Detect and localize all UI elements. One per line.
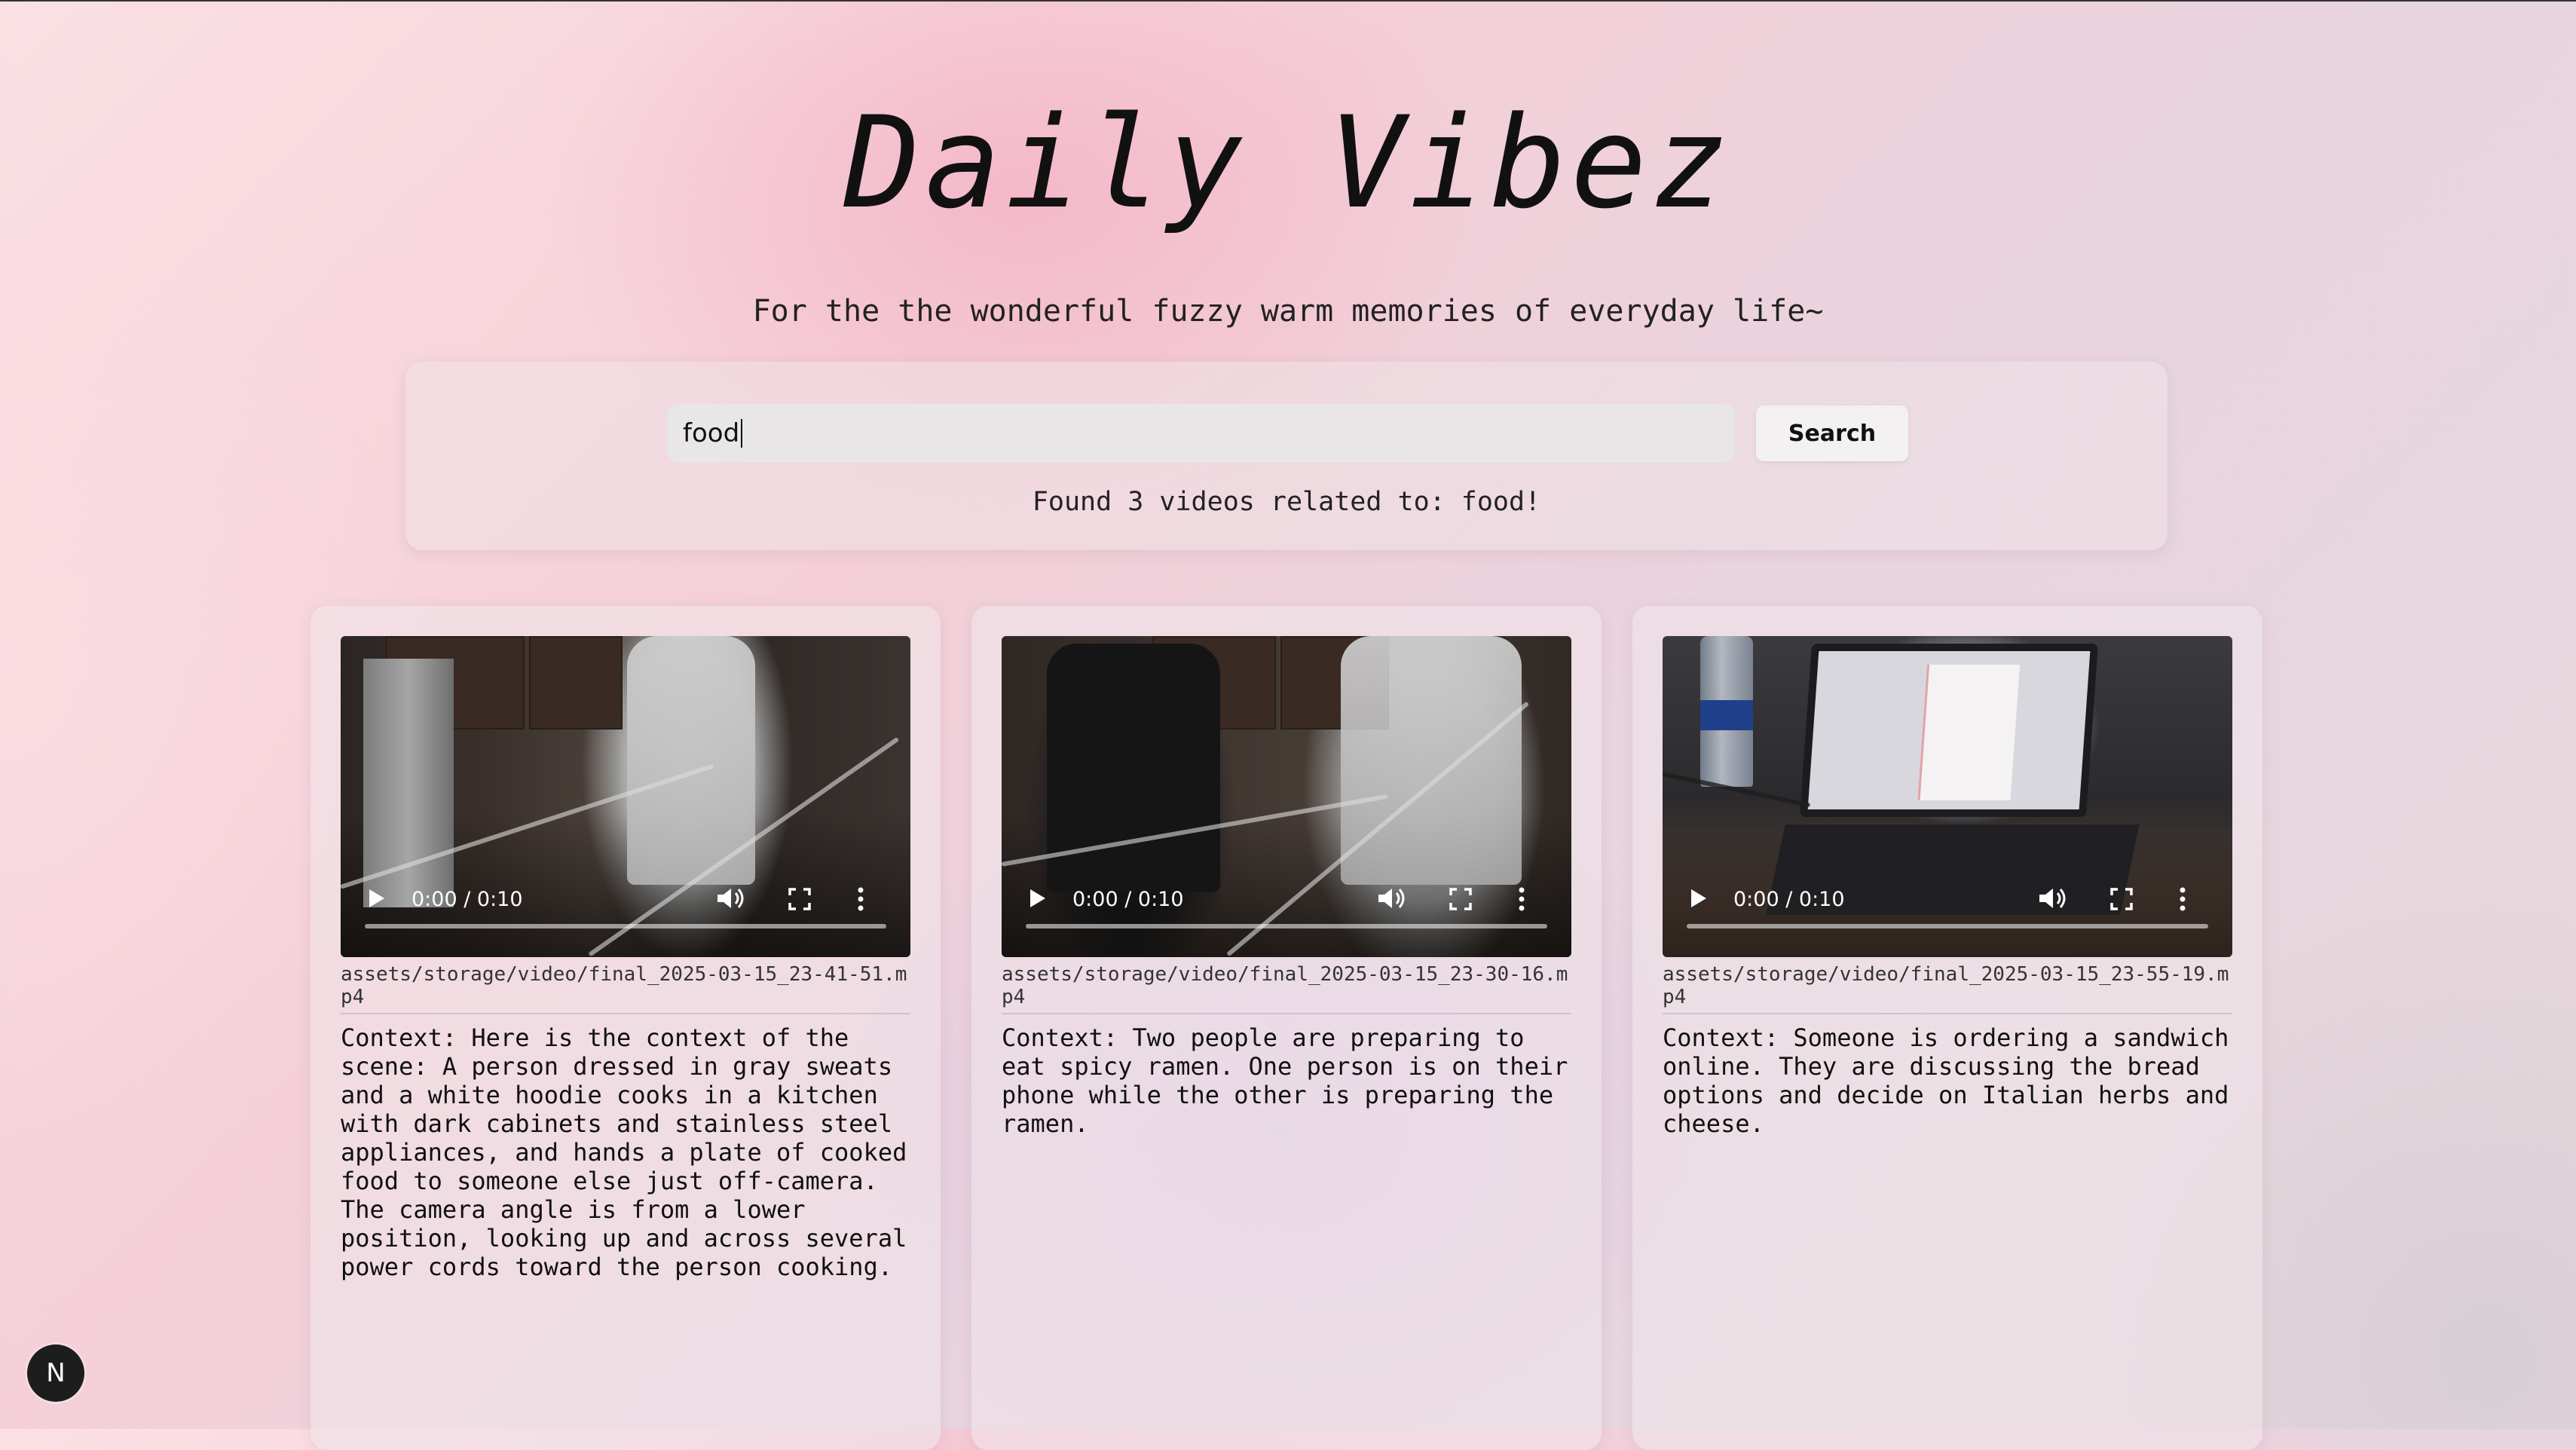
video-controls: 0:00 / 0:10 xyxy=(1002,874,1571,957)
page-subtitle: For the the wonderful fuzzy warm memorie… xyxy=(752,294,1824,329)
video-file-path: assets/storage/video/final_2025-03-15_23… xyxy=(1663,963,2232,1014)
search-input[interactable]: food xyxy=(668,404,1735,463)
play-icon[interactable] xyxy=(1691,889,1706,907)
more-options-icon[interactable] xyxy=(853,886,868,912)
video-card: 0:00 / 0:10 assets/storage/video/final_2… xyxy=(1632,606,2262,1450)
fullscreen-icon[interactable] xyxy=(788,888,811,910)
video-context: Context: Two people are preparing to eat… xyxy=(1002,1023,1568,1138)
video-progress-bar[interactable] xyxy=(1026,924,1547,928)
video-file-path: assets/storage/video/final_2025-03-15_23… xyxy=(1002,963,1571,1014)
play-icon[interactable] xyxy=(1030,889,1045,907)
search-input-value: food xyxy=(683,418,740,448)
nextjs-dev-badge[interactable]: N xyxy=(27,1344,84,1402)
video-progress-bar[interactable] xyxy=(1687,924,2208,928)
volume-icon[interactable] xyxy=(1377,886,1407,910)
video-player[interactable]: 0:00 / 0:10 xyxy=(341,636,910,957)
video-time: 0:00 / 0:10 xyxy=(411,888,523,911)
video-player[interactable]: 0:00 / 0:10 xyxy=(1663,636,2232,957)
search-panel: food Search Found 3 videos related to: f… xyxy=(405,362,2168,550)
more-options-icon[interactable] xyxy=(1514,886,1529,912)
volume-icon[interactable] xyxy=(2038,886,2068,910)
video-file-path: assets/storage/video/final_2025-03-15_23… xyxy=(341,963,910,1014)
more-options-icon[interactable] xyxy=(2175,886,2190,912)
page-title: Daily Vibez xyxy=(843,89,1733,237)
video-controls: 0:00 / 0:10 xyxy=(341,874,910,957)
video-progress-bar[interactable] xyxy=(365,924,886,928)
video-time: 0:00 / 0:10 xyxy=(1072,888,1184,911)
volume-icon[interactable] xyxy=(716,886,746,910)
video-context: Context: Here is the context of the scen… xyxy=(341,1023,907,1281)
search-button[interactable]: Search xyxy=(1756,405,1908,461)
fullscreen-icon[interactable] xyxy=(2110,888,2133,910)
video-time: 0:00 / 0:10 xyxy=(1733,888,1845,911)
video-player[interactable]: 0:00 / 0:10 xyxy=(1002,636,1571,957)
video-card: 0:00 / 0:10 assets/storage/video/final_2… xyxy=(971,606,1602,1450)
text-caret xyxy=(741,419,743,448)
video-context: Context: Someone is ordering a sandwich … xyxy=(1663,1023,2229,1138)
fullscreen-icon[interactable] xyxy=(1449,888,1472,910)
search-result-status: Found 3 videos related to: food! xyxy=(1032,487,1541,517)
play-icon[interactable] xyxy=(369,889,384,907)
video-controls: 0:00 / 0:10 xyxy=(1663,874,2232,957)
video-card: 0:00 / 0:10 assets/storage/video/final_2… xyxy=(311,606,941,1450)
